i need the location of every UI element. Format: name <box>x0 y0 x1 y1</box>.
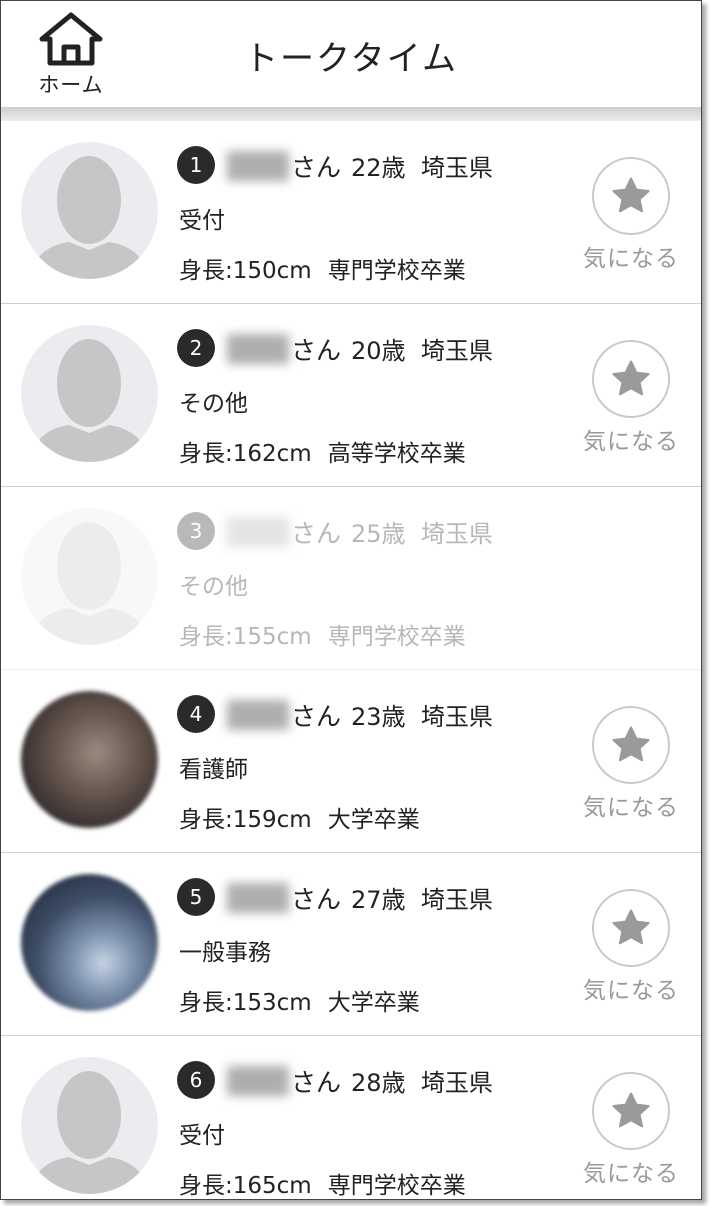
rank-number: 5 <box>177 878 215 916</box>
star-icon <box>612 177 650 213</box>
age: 28歳 <box>351 1069 406 1097</box>
rank-number: 4 <box>177 695 215 733</box>
honorific: さん <box>291 153 342 182</box>
prefecture: 埼玉県 <box>420 886 493 914</box>
page-title: トークタイム <box>244 39 458 79</box>
favorite-label: 気になる <box>583 1161 679 1187</box>
height: 身長:150cm <box>179 258 312 284</box>
education: 大学卒業 <box>327 807 420 833</box>
job: 看護師 <box>179 757 248 783</box>
user-list: 1 さん 22歳 埼玉県 受付 身長:150cm 専門学校卒業 気になる 2 さん 2… <box>1 121 701 1199</box>
star-icon <box>612 909 650 945</box>
honorific: さん <box>291 1068 342 1097</box>
education: 専門学校卒業 <box>327 258 466 284</box>
favorite-label: 気になる <box>583 795 679 821</box>
avatar-placeholder <box>21 325 158 462</box>
height: 身長:155cm <box>179 624 312 650</box>
star-icon <box>612 1092 650 1128</box>
blurred-name <box>227 334 289 364</box>
honorific: さん <box>291 885 342 914</box>
spec-line: 身長:159cm 大学卒業 <box>179 800 420 834</box>
favorite-label: 気になる <box>583 978 679 1004</box>
blurred-name <box>227 517 289 547</box>
education: 高等学校卒業 <box>327 441 466 467</box>
spec-line: 身長:155cm 専門学校卒業 <box>179 617 466 651</box>
profile-line: さん 25歳 埼玉県 <box>291 514 493 550</box>
job: その他 <box>179 574 248 600</box>
favorite-button[interactable]: 気になる <box>581 889 681 1005</box>
profile-line: さん 27歳 埼玉県 <box>291 880 493 916</box>
blurred-name <box>227 700 289 730</box>
education: 専門学校卒業 <box>327 624 466 650</box>
honorific: さん <box>291 336 342 365</box>
job: 受付 <box>179 208 225 234</box>
user-row-1[interactable]: 1 さん 22歳 埼玉県 受付 身長:150cm 専門学校卒業 気になる <box>1 121 701 304</box>
rank-number: 6 <box>177 1061 215 1099</box>
age: 25歳 <box>351 520 406 548</box>
education: 大学卒業 <box>327 990 420 1016</box>
star-icon <box>612 726 650 762</box>
favorite-label: 気になる <box>583 246 679 272</box>
avatar-placeholder <box>21 508 158 645</box>
height: 身長:153cm <box>179 990 312 1016</box>
favorite-button[interactable]: 気になる <box>581 706 681 822</box>
avatar-placeholder <box>21 142 158 279</box>
spec-line: 身長:150cm 専門学校卒業 <box>179 251 466 285</box>
spec-line: 身長:162cm 高等学校卒業 <box>179 434 466 468</box>
prefecture: 埼玉県 <box>420 703 493 731</box>
profile-line: さん 28歳 埼玉県 <box>291 1063 493 1099</box>
honorific: さん <box>291 519 342 548</box>
prefecture: 埼玉県 <box>420 520 493 548</box>
rank-number: 3 <box>177 512 215 550</box>
spec-line: 身長:165cm 専門学校卒業 <box>179 1166 466 1199</box>
age: 20歳 <box>351 337 406 365</box>
rank-number: 1 <box>177 146 215 184</box>
favorite-button[interactable]: 気になる <box>581 340 681 456</box>
avatar-photo <box>21 874 158 1011</box>
user-row-3[interactable]: 3 さん 25歳 埼玉県 その他 身長:155cm 専門学校卒業 <box>1 487 701 670</box>
age: 22歳 <box>351 154 406 182</box>
user-row-4[interactable]: 4 さん 23歳 埼玉県 看護師 身長:159cm 大学卒業 気になる <box>1 670 701 853</box>
blurred-name <box>227 883 289 913</box>
favorite-button[interactable]: 気になる <box>581 1072 681 1188</box>
star-icon <box>612 360 650 396</box>
age: 23歳 <box>351 703 406 731</box>
avatar-placeholder <box>21 1057 158 1194</box>
profile-line: さん 22歳 埼玉県 <box>291 148 493 184</box>
blurred-name <box>227 151 289 181</box>
height: 身長:162cm <box>179 441 312 467</box>
profile-line: さん 20歳 埼玉県 <box>291 331 493 367</box>
header-divider <box>1 107 701 121</box>
prefecture: 埼玉県 <box>420 337 493 365</box>
user-row-2[interactable]: 2 さん 20歳 埼玉県 その他 身長:162cm 高等学校卒業 気になる <box>1 304 701 487</box>
job: 受付 <box>179 1123 225 1149</box>
blurred-name <box>227 1066 289 1096</box>
job: その他 <box>179 391 248 417</box>
user-row-5[interactable]: 5 さん 27歳 埼玉県 一般事務 身長:153cm 大学卒業 気になる <box>1 853 701 1036</box>
user-row-6[interactable]: 6 さん 28歳 埼玉県 受付 身長:165cm 専門学校卒業 気になる <box>1 1036 701 1199</box>
job: 一般事務 <box>179 940 271 966</box>
age: 27歳 <box>351 886 406 914</box>
education: 専門学校卒業 <box>327 1173 466 1199</box>
avatar-photo <box>21 691 158 828</box>
honorific: さん <box>291 702 342 731</box>
spec-line: 身長:153cm 大学卒業 <box>179 983 420 1017</box>
height: 身長:165cm <box>179 1173 312 1199</box>
prefecture: 埼玉県 <box>420 1069 493 1097</box>
favorite-label: 気になる <box>583 429 679 455</box>
prefecture: 埼玉県 <box>420 154 493 182</box>
height: 身長:159cm <box>179 807 312 833</box>
profile-line: さん 23歳 埼玉県 <box>291 697 493 733</box>
top-header: ホーム トークタイム <box>1 1 701 121</box>
favorite-button[interactable]: 気になる <box>581 157 681 273</box>
app-frame: ホーム トークタイム 1 さん 22歳 埼玉県 受付 身長:150cm 専門学校卒業… <box>0 0 702 1200</box>
rank-number: 2 <box>177 329 215 367</box>
